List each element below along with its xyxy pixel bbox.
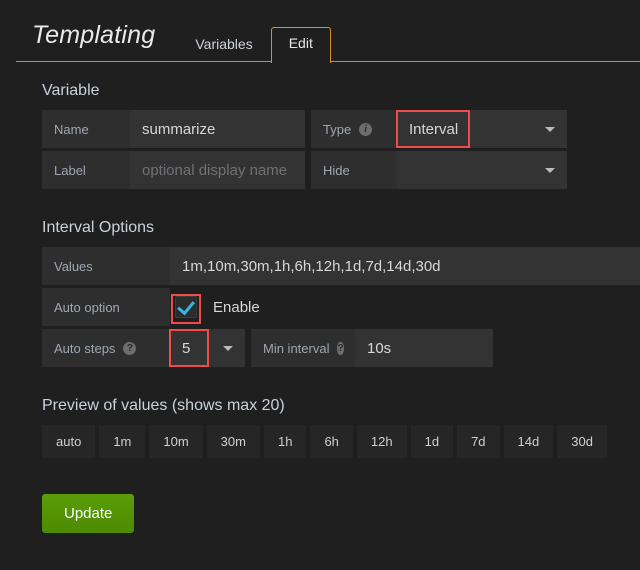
page-header: Templating Variables Edit bbox=[0, 0, 640, 63]
min-interval-label-text: Min interval bbox=[263, 340, 330, 356]
enable-checkbox[interactable] bbox=[175, 296, 197, 318]
auto-steps-select[interactable]: 5 bbox=[169, 329, 245, 367]
auto-steps-label-text: Auto steps bbox=[54, 340, 116, 356]
hide-label: Hide bbox=[311, 151, 397, 189]
preview-chip-list: auto 1m 10m 30m 1h 6h 12h 1d 7d 14d 30d bbox=[42, 425, 640, 458]
auto-option-row: Auto option Enable bbox=[42, 288, 640, 326]
auto-steps-label: Auto steps ? bbox=[42, 329, 170, 367]
page-title: Templating bbox=[32, 21, 156, 49]
type-label: Type i bbox=[311, 110, 397, 148]
list-item: 1m bbox=[99, 425, 146, 458]
enable-label: Enable bbox=[213, 298, 260, 316]
check-icon bbox=[177, 296, 195, 315]
update-button[interactable]: Update bbox=[42, 494, 135, 533]
interval-options-heading: Interval Options bbox=[42, 219, 155, 236]
edit-form: Variable Name summarize Type i Interval … bbox=[0, 62, 640, 533]
type-value: Interval bbox=[409, 120, 459, 138]
tab-variables[interactable]: Variables bbox=[177, 28, 270, 63]
list-item: 7d bbox=[457, 425, 500, 458]
values-input[interactable]: 1m,10m,30m,1h,6h,12h,1d,7d,14d,30d bbox=[170, 247, 640, 285]
tab-edit[interactable]: Edit bbox=[270, 27, 331, 63]
variable-section-heading: Variable bbox=[42, 82, 100, 99]
auto-option-label: Auto option bbox=[42, 288, 170, 326]
list-item: 12h bbox=[356, 425, 407, 458]
min-interval-input[interactable]: 10s bbox=[355, 329, 493, 367]
tab-bar: Variables Edit bbox=[177, 26, 331, 63]
variable-name-row: Name summarize Type i Interval bbox=[42, 110, 640, 148]
chevron-down-icon bbox=[223, 345, 233, 351]
variable-label-row: Label optional display name Hide bbox=[42, 151, 640, 189]
auto-steps-row: Auto steps ? 5 Min interval ? 10s bbox=[42, 329, 640, 367]
values-label: Values bbox=[42, 247, 170, 285]
chevron-down-icon bbox=[545, 167, 555, 173]
list-item: 14d bbox=[503, 425, 554, 458]
auto-option-toggle[interactable]: Enable bbox=[170, 288, 260, 326]
type-select[interactable]: Interval bbox=[396, 110, 567, 148]
list-item: 1d bbox=[410, 425, 454, 458]
preview-heading: Preview of values (shows max 20) bbox=[42, 397, 285, 414]
chevron-down-icon bbox=[545, 126, 555, 132]
values-row: Values 1m,10m,30m,1h,6h,12h,1d,7d,14d,30… bbox=[42, 247, 640, 285]
type-label-text: Type bbox=[323, 121, 352, 137]
help-icon[interactable]: ? bbox=[123, 341, 137, 355]
list-item: auto bbox=[42, 425, 96, 458]
auto-steps-value: 5 bbox=[182, 339, 191, 357]
list-item: 30m bbox=[206, 425, 260, 458]
list-item: 30d bbox=[557, 425, 607, 458]
name-input[interactable]: summarize bbox=[130, 110, 305, 148]
label-input[interactable]: optional display name bbox=[130, 151, 305, 189]
list-item: 6h bbox=[310, 425, 353, 458]
info-icon[interactable]: i bbox=[359, 122, 373, 136]
name-label: Name bbox=[42, 110, 130, 148]
list-item: 1h bbox=[263, 425, 307, 458]
help-icon[interactable]: ? bbox=[337, 341, 344, 355]
hide-select[interactable] bbox=[397, 151, 567, 189]
min-interval-label: Min interval ? bbox=[251, 329, 355, 367]
label-label: Label bbox=[42, 151, 130, 189]
list-item: 10m bbox=[149, 425, 203, 458]
